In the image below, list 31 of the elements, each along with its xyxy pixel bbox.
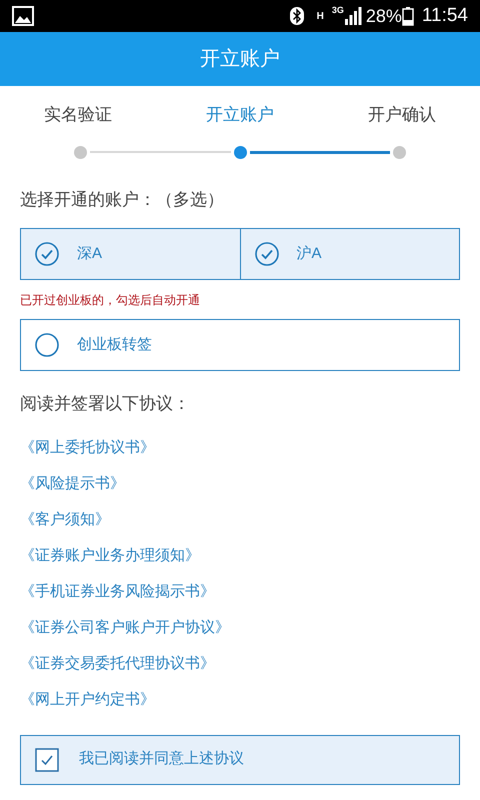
- agreement-link[interactable]: 《手机证券业务风险揭示书》: [20, 580, 215, 602]
- bluetooth-icon: [288, 6, 305, 26]
- network-type: H: [316, 10, 324, 24]
- option-label: 创业板转签: [77, 334, 152, 355]
- chinext-option[interactable]: 创业板转签: [20, 319, 460, 371]
- step-label: 开立账户: [206, 104, 274, 126]
- agreement-link[interactable]: 《风险提示书》: [20, 472, 125, 494]
- consent-label: 我已阅读并同意上述协议: [79, 749, 244, 770]
- agreement-link[interactable]: 《证券公司客户账户开户协议》: [20, 616, 230, 638]
- battery-icon: [402, 6, 414, 26]
- option-label: 深A: [77, 244, 102, 264]
- option-label: 沪A: [296, 244, 322, 264]
- consent-option[interactable]: 我已阅读并同意上述协议: [20, 734, 460, 784]
- agreement-link[interactable]: 《网上开户约定书》: [20, 688, 155, 710]
- page-title: 开立账户: [200, 47, 280, 72]
- clock: 11:54: [422, 4, 468, 28]
- warning-note: 已开过创业板的，勾选后自动开通: [20, 292, 201, 309]
- agreement-link[interactable]: 《网上委托协议书》: [20, 436, 155, 458]
- section-label: 阅读并签署以下协议：: [20, 393, 191, 415]
- account-option[interactable]: 沪A: [240, 229, 459, 279]
- signal-icon: [344, 7, 362, 25]
- network-generation: 3G: [332, 4, 344, 17]
- step-label: 开户确认: [368, 104, 436, 126]
- account-option[interactable]: 深A: [21, 229, 240, 279]
- step-label: 实名验证: [44, 104, 112, 126]
- agreement-link[interactable]: 《证券交易委托代理协议书》: [20, 652, 215, 674]
- image-icon: [12, 6, 34, 26]
- agreement-link[interactable]: 《客户须知》: [20, 508, 110, 530]
- battery-percent: 28%: [366, 4, 402, 28]
- section-label: 选择开通的账户：（多选）: [20, 188, 225, 210]
- agreement-link[interactable]: 《证券账户业务办理须知》: [20, 544, 200, 566]
